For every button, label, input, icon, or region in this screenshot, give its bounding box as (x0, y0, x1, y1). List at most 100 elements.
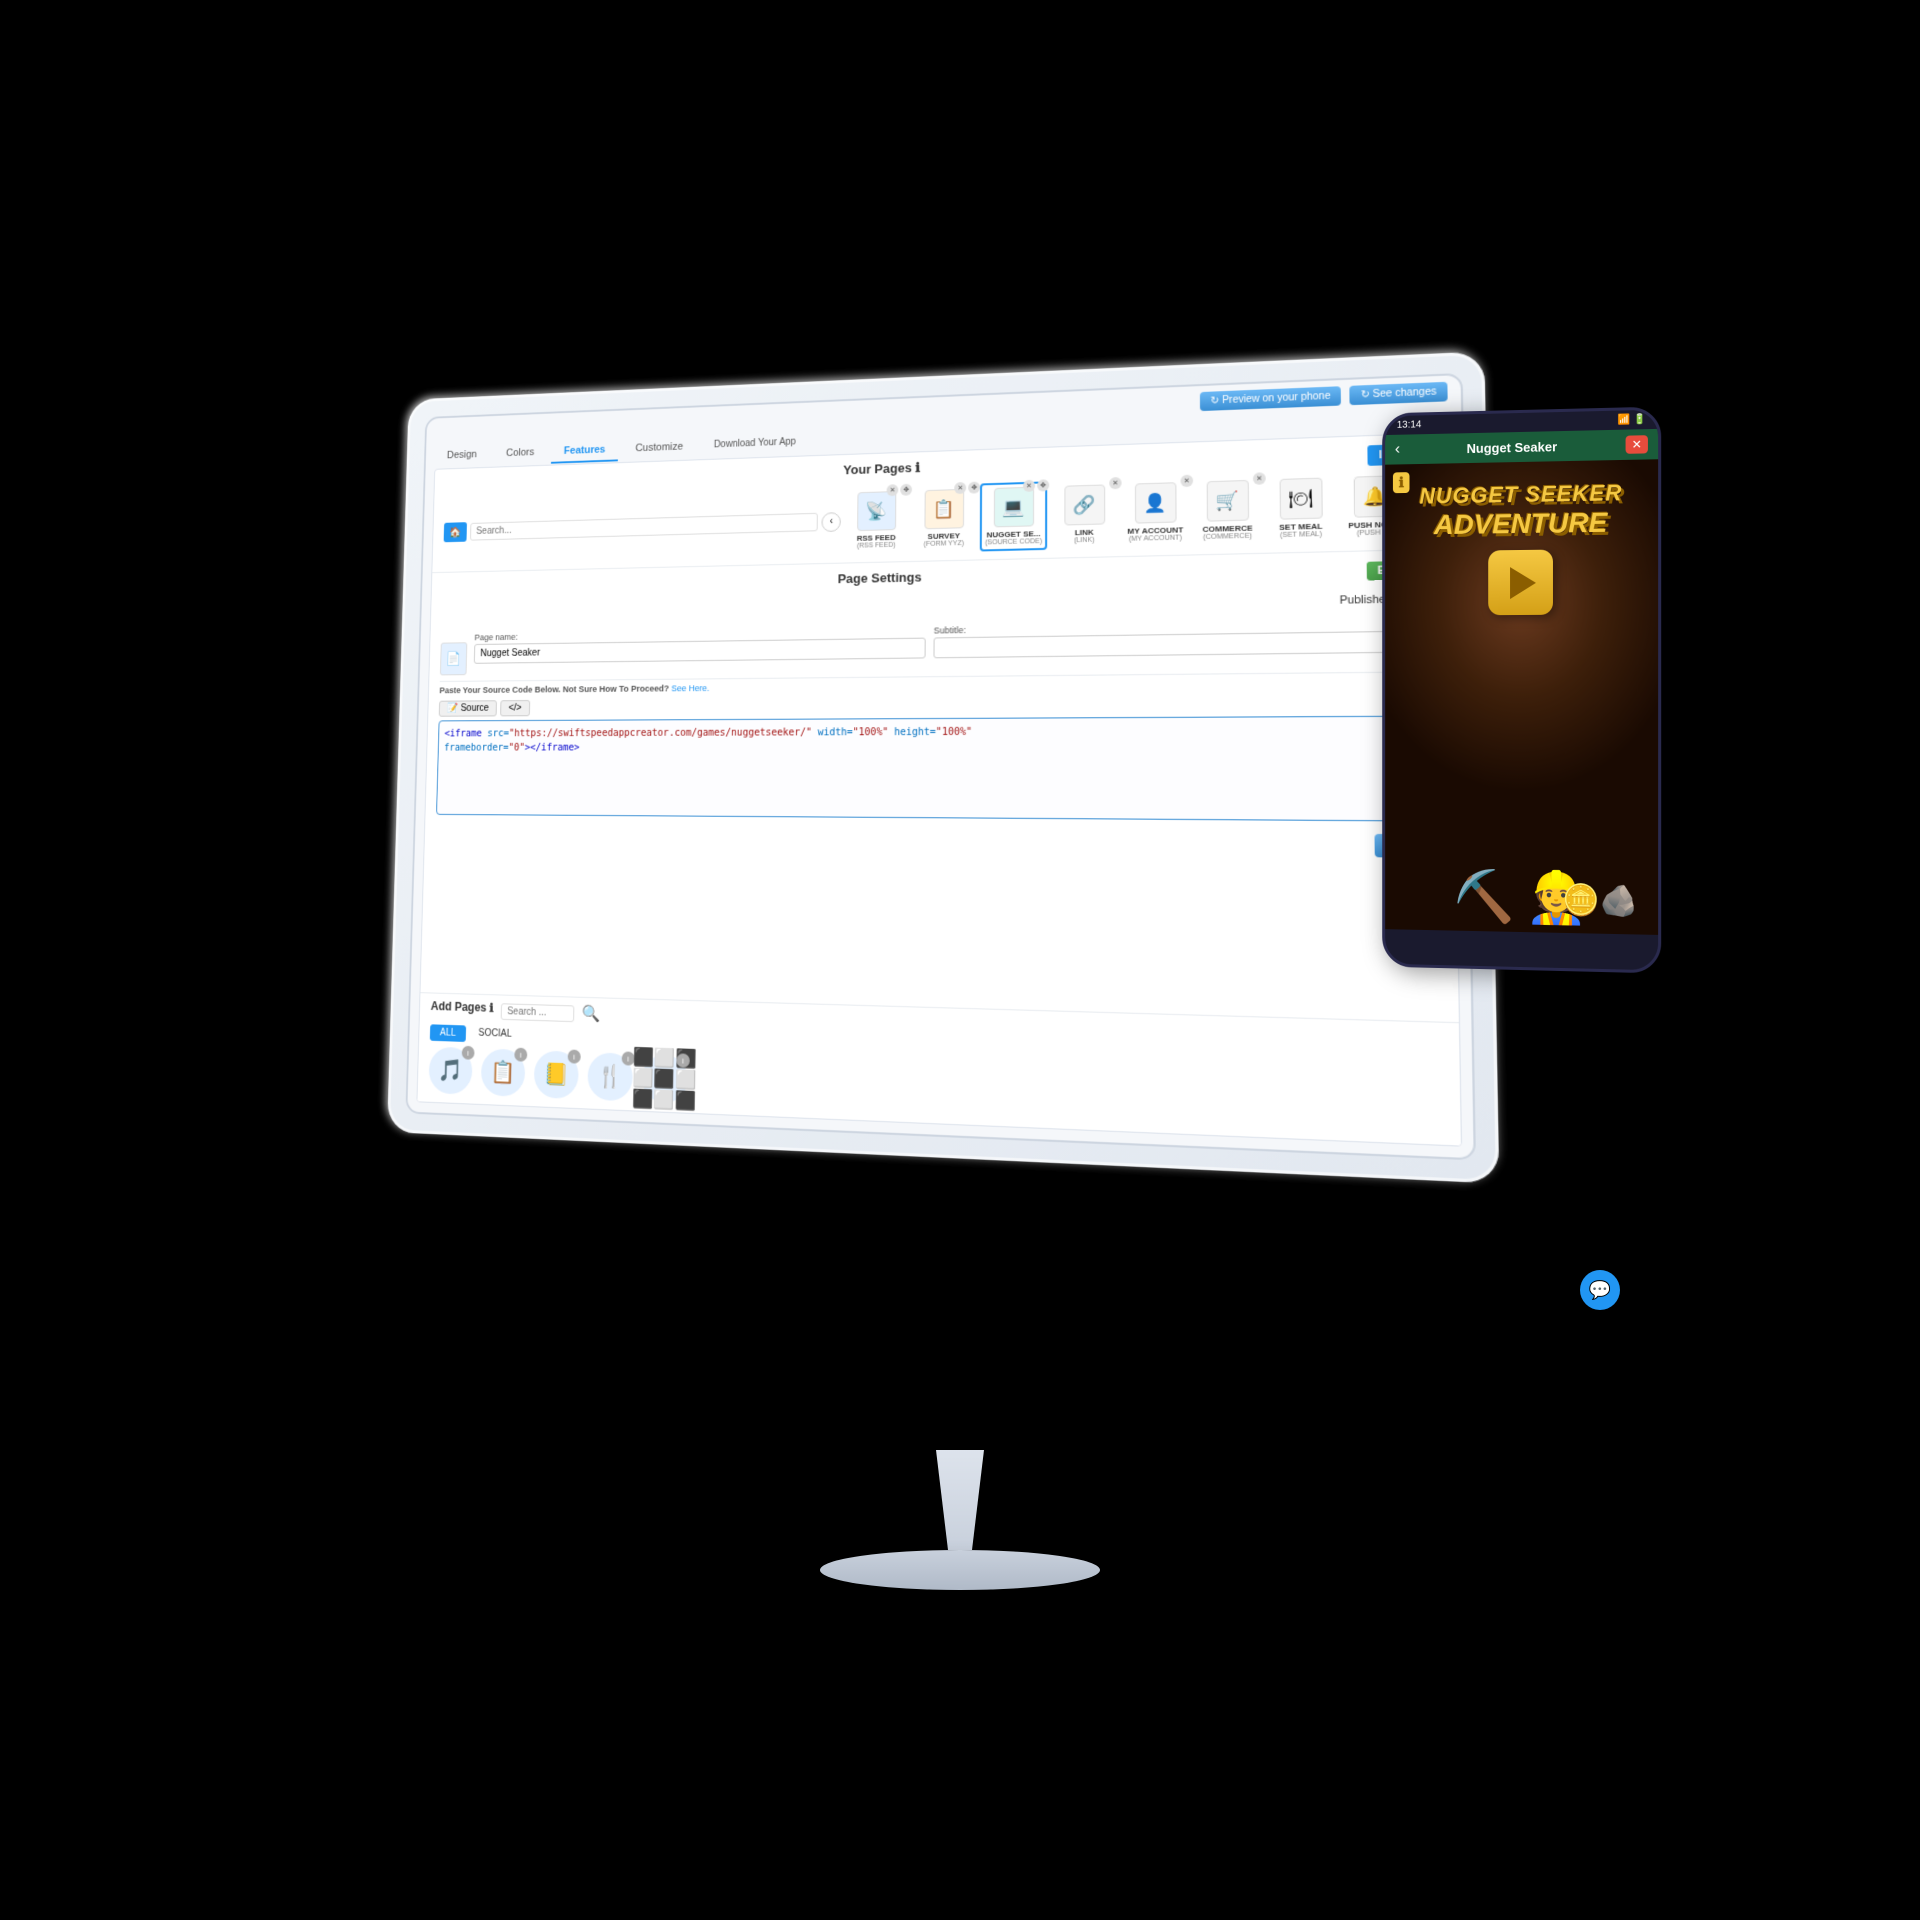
phone-mockup: 13:14 📶 🔋 ‹ Nugget Seaker ✕ ℹ NUGGET SEE… (1382, 407, 1661, 974)
tab-features[interactable]: Features (551, 439, 618, 464)
page-item-commerce[interactable]: ✕ 🛒 COMMERCE (COMMERCE) (1193, 476, 1262, 544)
filter-social[interactable]: SOCIAL (469, 1026, 521, 1044)
ctrl-delete-link[interactable]: ✕ (1109, 477, 1121, 489)
code-border-box: <iframe src="https://swiftspeedappcreato… (436, 716, 1442, 822)
monitor-stand-base (820, 1550, 1100, 1590)
phone-app-title: Nugget Seaker (1408, 437, 1618, 456)
page-icon-link: 🔗 (1064, 484, 1105, 525)
gold-nuggets: 🪙🪨 (1562, 883, 1637, 920)
page-item-survey[interactable]: ✕ ✥ 📋 SURVEY (FORM YYZ) (912, 486, 977, 552)
phone-back-button[interactable]: ‹ (1395, 441, 1400, 459)
preview-button[interactable]: ↻ Preview on your phone (1200, 386, 1342, 411)
play-button[interactable] (1488, 550, 1553, 616)
page-item-nugget[interactable]: ✕ ✥ 💻 NUGGET SE... (SOURCE CODE) (980, 481, 1047, 551)
form-group-subtitle: Subtitle: (933, 618, 1439, 659)
page-controls-link: ✕ (1109, 477, 1121, 489)
ctrl-delete-commerce[interactable]: ✕ (1253, 472, 1266, 485)
info-badge-addressbook: i (568, 1049, 581, 1063)
monitor-stand-neck (920, 1450, 1000, 1550)
ctrl-delete-survey[interactable]: ✕ (954, 482, 966, 494)
page-icon-commerce: 🛒 (1206, 480, 1248, 522)
add-icon-addressbook[interactable]: i 📒 (534, 1050, 579, 1102)
ctrl-move-nugget[interactable]: ✥ (1037, 479, 1049, 491)
carousel-left-arrow[interactable]: ‹ (822, 512, 841, 532)
page-icon-preview: 📄 (440, 642, 467, 675)
tab-download[interactable]: Download Your App (701, 431, 810, 458)
monitor-wrapper: ↻ Preview on your phone ↻ See changes De… (360, 370, 1560, 1470)
page-controls-rss: ✕ ✥ (887, 484, 912, 496)
code-toggle-button[interactable]: </> (500, 700, 530, 716)
ctrl-move-rss[interactable]: ✥ (900, 484, 912, 496)
page-controls-account: ✕ (1181, 475, 1194, 487)
tab-design[interactable]: Design (434, 444, 489, 468)
add-icon-qrcode[interactable]: i ⬛⬜⬛⬜⬛⬜⬛⬜⬛ (642, 1054, 688, 1107)
page-type-commerce: (COMMERCE) (1203, 533, 1252, 541)
phone-signal: 📶 🔋 (1618, 414, 1646, 426)
phone-close-button[interactable]: ✕ (1626, 435, 1648, 454)
info-badge-music: i (462, 1046, 475, 1060)
monitor-shell: ↻ Preview on your phone ↻ See changes De… (387, 351, 1499, 1183)
miner-1: ⛏️ (1453, 871, 1515, 922)
page-icon-rss: 📡 (857, 491, 896, 531)
see-here-link[interactable]: See Here. (671, 683, 709, 693)
search-icon: 🔍 (581, 1004, 600, 1024)
page-icon-nugget: 💻 (993, 487, 1033, 528)
source-button[interactable]: 📝 Source (439, 700, 497, 716)
ctrl-delete-rss[interactable]: ✕ (887, 484, 899, 496)
play-triangle-icon (1510, 566, 1536, 598)
page-type-setmeal: (SET MEAL) (1280, 531, 1322, 539)
page-item-link[interactable]: ✕ 🔗 LINK (LINK) (1051, 481, 1117, 548)
page-icon-survey: 📋 (924, 489, 964, 529)
chat-bubble-widget[interactable]: 💬 (1580, 1270, 1620, 1310)
page-type-survey: (FORM YYZ) (924, 540, 964, 548)
info-badge-qrcode: i (676, 1053, 690, 1067)
tab-customize[interactable]: Customize (622, 436, 696, 461)
info-icon-game: ℹ (1393, 472, 1410, 493)
game-title-line2: ADVENTURE (1419, 506, 1622, 541)
ctrl-move-survey[interactable]: ✥ (968, 482, 980, 494)
page-item-setmeal[interactable]: 🍽 SET MEAL (SET MEAL) (1266, 474, 1336, 542)
form-row-name: Page name: Subtitle: (474, 618, 1440, 664)
see-changes-button[interactable]: ↻ See changes (1350, 382, 1448, 405)
cave-background: ℹ NUGGET SEEKER ADVENTURE ⛏️ 👷 🪙🪨 (1385, 459, 1658, 935)
chat-bubble-icon: 💬 (1589, 1280, 1611, 1301)
page-type-account: (MY ACCOUNT) (1129, 534, 1182, 542)
monitor-screen: ↻ Preview on your phone ↻ See changes De… (405, 373, 1476, 1161)
source-toolbar: 📝 Source </> (439, 693, 1441, 716)
subtitle-input[interactable] (933, 630, 1439, 658)
page-type-link: (LINK) (1074, 537, 1095, 545)
game-title-line1: NUGGET SEEKER (1419, 480, 1622, 509)
page-item-rss[interactable]: ✕ ✥ 📡 RSS FEED (RSS FEED) (845, 488, 909, 553)
page-settings-section: Page Settings EXPORT Published 📄 (425, 549, 1456, 836)
page-item-account[interactable]: ✕ 👤 MY ACCOUNT (MY ACCOUNT) (1122, 479, 1190, 546)
page-controls-commerce: ✕ (1253, 472, 1266, 485)
add-pages-title: Add Pages ℹ (431, 999, 494, 1014)
add-pages-section: Add Pages ℹ 🔍 ALL SOCIAL i 🎵 (417, 992, 1461, 1145)
phone-time: 13:14 (1397, 419, 1421, 430)
page-icon-setmeal: 🍽 (1279, 478, 1322, 520)
add-pages-search[interactable] (501, 1003, 575, 1022)
form-group-name: Page name: (474, 626, 926, 664)
page-type-nugget: (SOURCE CODE) (985, 538, 1042, 546)
miners-area: ⛏️ 👷 🪙🪨 (1385, 870, 1658, 925)
add-icon-notes[interactable]: i 📋 (481, 1048, 526, 1100)
phone-game-area: ℹ NUGGET SEEKER ADVENTURE ⛏️ 👷 🪙🪨 (1385, 459, 1658, 935)
page-controls-nugget: ✕ ✥ (1023, 479, 1049, 492)
tab-colors[interactable]: Colors (493, 442, 547, 466)
ctrl-delete-nugget[interactable]: ✕ (1023, 480, 1035, 492)
source-icon: 📝 (447, 703, 458, 713)
filter-all[interactable]: ALL (430, 1024, 466, 1042)
pages-search-input[interactable] (470, 513, 818, 541)
home-icon-button[interactable]: 🏠 (444, 522, 467, 542)
code-line2: frameborder="0"></iframe> (444, 739, 1433, 755)
page-controls-survey: ✕ ✥ (954, 482, 980, 495)
page-type-rss: (RSS FEED) (857, 542, 896, 550)
info-badge-notes: i (514, 1048, 527, 1062)
add-icon-music[interactable]: i 🎵 (428, 1047, 473, 1098)
game-title-container: NUGGET SEEKER ADVENTURE (1419, 480, 1622, 541)
ctrl-delete-account[interactable]: ✕ (1181, 475, 1194, 487)
content-area: Your Pages ℹ IMPORT 🏠 ‹ ✕ ✥ (416, 432, 1462, 1147)
page-name-input[interactable] (474, 638, 926, 664)
code-content: <iframe src="https://swiftspeedappcreato… (444, 723, 1433, 755)
add-icon-restaurant[interactable]: i 🍴 (587, 1052, 633, 1104)
